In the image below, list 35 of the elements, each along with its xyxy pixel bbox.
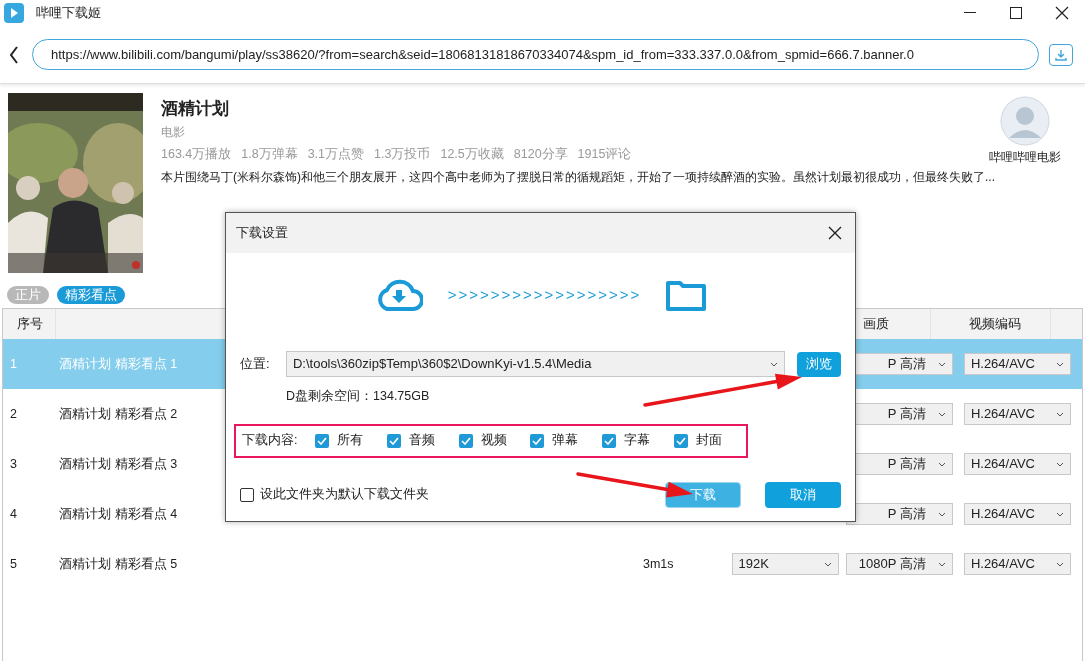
option-label: 弹幕 <box>552 432 579 450</box>
duration: 3m1s <box>642 556 674 571</box>
row-index: 3 <box>9 455 18 473</box>
media-stat: 8120分享 <box>513 146 568 163</box>
media-description: 本片围绕马丁(米科尔森饰)和他三个朋友展开，这四个高中老师为了摆脱日常的循规蹈矩，开始了一项持续醉酒的实验。虽然计划最初很成功，但最终失败了... <box>161 168 995 186</box>
row-index: 2 <box>9 405 18 423</box>
media-title: 酒精计划 <box>161 98 230 120</box>
dialog-title: 下载设置 <box>236 224 288 243</box>
free-space: D盘剩余空间：134.75GB <box>286 388 430 405</box>
row-index: 5 <box>9 555 18 573</box>
media-stat: 1.3万投币 <box>374 146 431 163</box>
media-type: 电影 <box>161 124 186 141</box>
default-folder-label: 设此文件夹为默认下载文件夹 <box>260 486 429 504</box>
row-index: 4 <box>9 505 18 523</box>
video-title: 酒精计划 精彩看点 5 <box>59 556 178 571</box>
video-title: 酒精计划 精彩看点 2 <box>59 406 178 421</box>
video-title: 酒精计划 精彩看点 4 <box>59 506 178 521</box>
media-stat: 1.8万弹幕 <box>241 146 298 163</box>
content-label: 下载内容: <box>242 432 299 450</box>
option-label: 所有 <box>336 432 363 450</box>
option-label: 音频 <box>408 432 435 450</box>
option-label: 字幕 <box>624 432 651 450</box>
progress-arrows: >>>>>>>>>>>>>>>>>> <box>447 284 642 305</box>
uploader-name: 哔哩哔哩电影 <box>989 149 1061 166</box>
location-label: 位置: <box>240 355 271 374</box>
media-stat: 163.4万播放 <box>161 146 232 163</box>
video-title: 酒精计划 精彩看点 1 <box>59 356 178 371</box>
media-stat: 1915评论 <box>577 146 632 163</box>
window-title: 哔哩下载姬 <box>36 4 101 23</box>
media-stat: 12.5万收藏 <box>440 146 504 163</box>
media-stat: 3.1万点赞 <box>307 146 365 163</box>
row-index: 1 <box>9 355 18 373</box>
option-label: 视频 <box>480 432 507 450</box>
option-label: 封面 <box>696 432 723 450</box>
video-title: 酒精计划 精彩看点 3 <box>59 456 178 471</box>
